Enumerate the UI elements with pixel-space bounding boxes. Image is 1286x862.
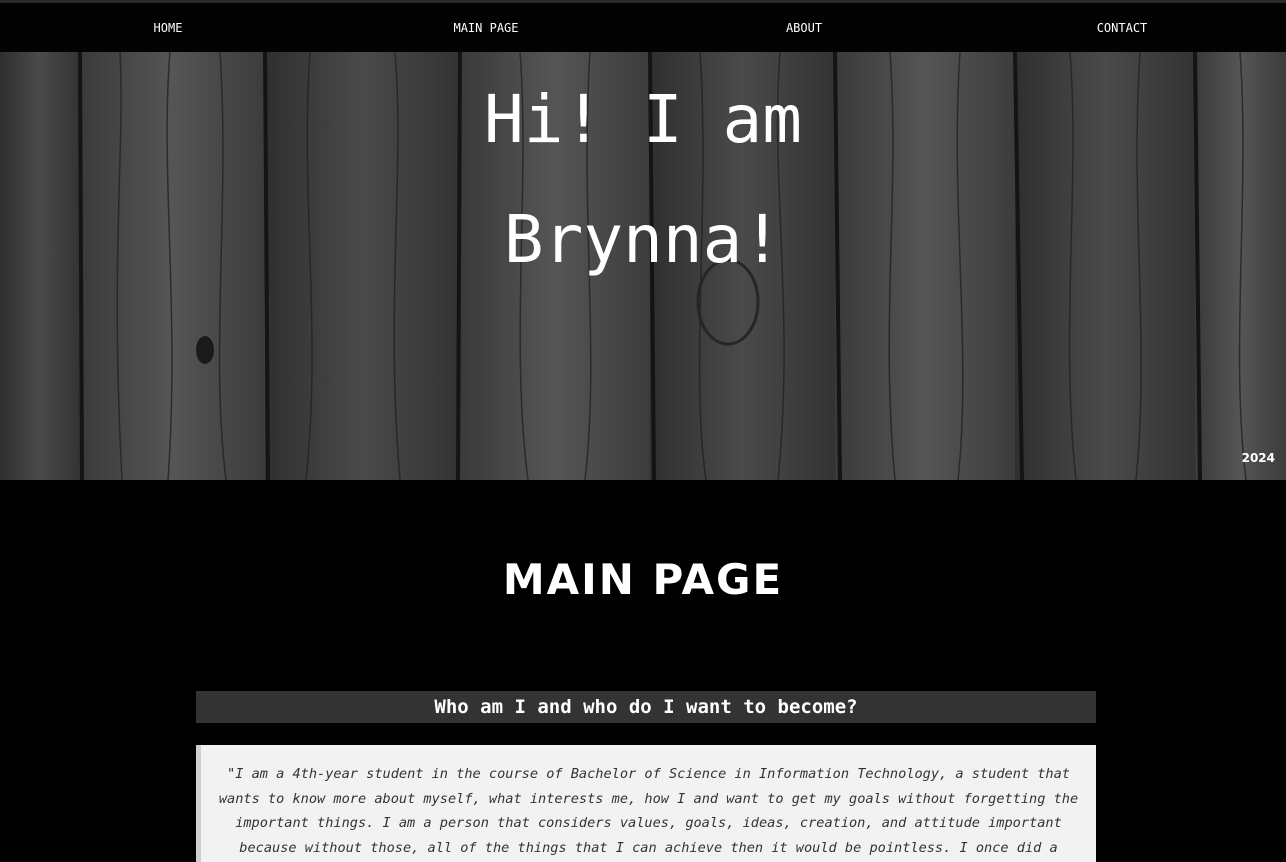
hero-banner: Hi! I am Brynna! 2024 (0, 52, 1286, 480)
intro-quote-text: "I am a 4th-year student in the course o… (218, 766, 1079, 856)
main-page-heading: MAIN PAGE (502, 555, 784, 604)
nav-contact-link[interactable]: CONTACT (1022, 3, 1222, 52)
nav-home-link[interactable]: HOME (68, 3, 268, 52)
intro-quote-box: "I am a 4th-year student in the course o… (196, 745, 1096, 862)
hero-title-line1: Hi! I am (484, 81, 802, 158)
hero-title: Hi! I am Brynna! (0, 60, 1286, 300)
section-title: Who am I and who do I want to become? (434, 696, 858, 718)
top-navbar: HOME MAIN PAGE ABOUT CONTACT (0, 3, 1286, 52)
hero-title-line2: Brynna! (503, 201, 783, 278)
year-label: 2024 (1241, 451, 1275, 465)
section-title-bar: Who am I and who do I want to become? (196, 691, 1096, 723)
nav-about-link[interactable]: ABOUT (704, 3, 904, 52)
nav-main-page-link[interactable]: MAIN PAGE (386, 3, 586, 52)
